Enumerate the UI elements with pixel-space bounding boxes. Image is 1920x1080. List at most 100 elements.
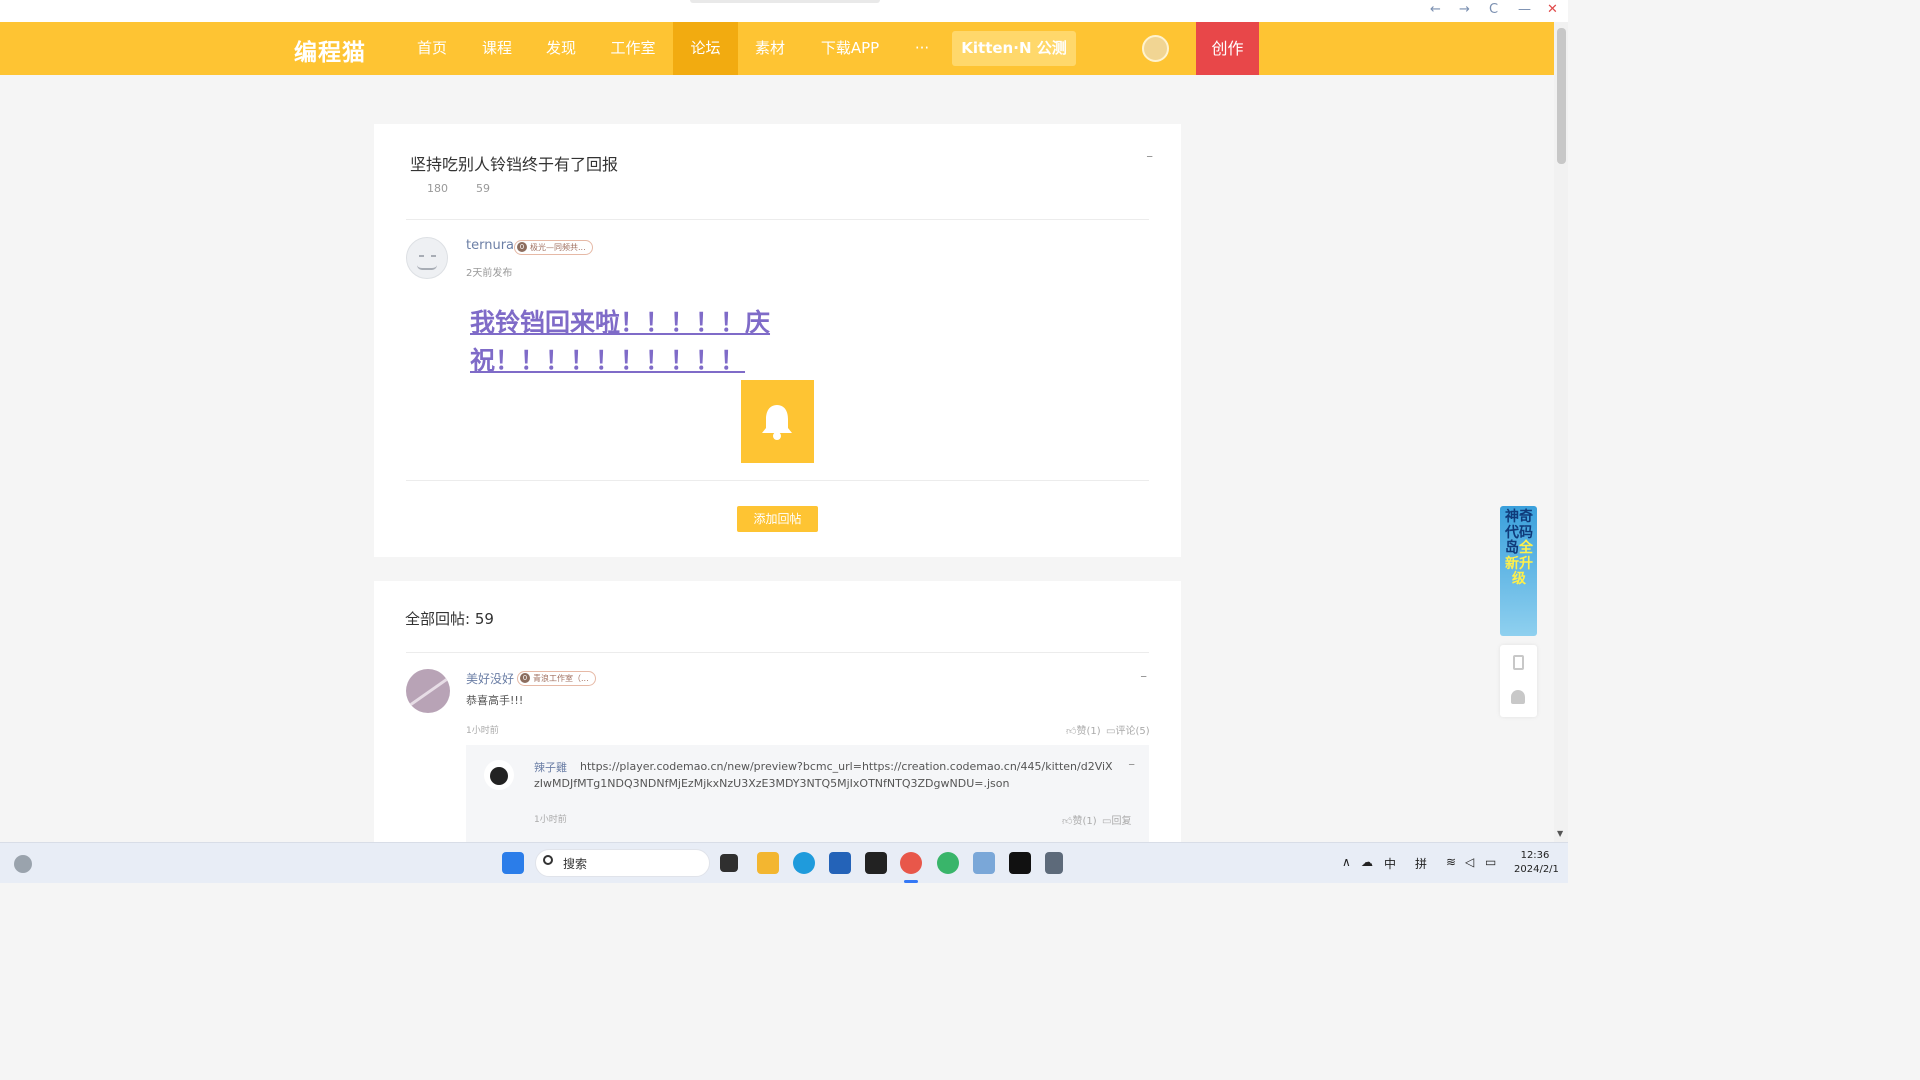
thumb-icon: 👍︎ (1066, 726, 1077, 737)
promo-banner-text[interactable]: 神奇代码岛全新升级 (1505, 509, 1533, 588)
avatar-eye (431, 255, 436, 257)
start-icon[interactable] (502, 852, 524, 874)
search-icon (543, 855, 553, 865)
side-tools (1500, 645, 1537, 717)
phone-icon[interactable] (1513, 655, 1524, 670)
nav-more[interactable]: ··· (904, 22, 940, 75)
forward-icon[interactable]: → (1459, 2, 1470, 17)
ime-mode[interactable]: 中 (1384, 855, 1396, 872)
clock-time: 12:36 (1520, 850, 1550, 861)
codemao-app-icon[interactable] (900, 852, 922, 874)
reply-avatar[interactable] (406, 669, 450, 713)
browser-icon[interactable] (937, 852, 959, 874)
badge-level: 0 (520, 673, 530, 683)
app-icon[interactable] (1009, 852, 1031, 874)
clock-date: 2024/2/1 (1514, 864, 1559, 875)
volume-icon[interactable]: ◁ (1465, 855, 1474, 869)
post-headline[interactable]: 我铃铛回来啦！！！！！庆祝！！！！！！！！！！ (470, 304, 800, 380)
reply-more-icon[interactable]: -- (1140, 669, 1147, 683)
sub-reply: 辣子雞 https://player.codemao.cn/new/previe… (466, 745, 1149, 855)
file-explorer-icon[interactable] (757, 852, 779, 874)
nav-item-materials[interactable]: 素材 (748, 22, 792, 75)
divider (406, 219, 1149, 220)
back-icon[interactable]: ← (1430, 2, 1441, 17)
post-card: 坚持吃别人铃铛终于有了回报 -- 180 59 ternura 0 极光—同频共… (374, 124, 1181, 557)
taskbar-search-label: 搜索 (563, 857, 588, 871)
nav-item-discover[interactable]: 发现 (539, 22, 583, 75)
cloud-icon[interactable]: ☁ (1361, 855, 1373, 869)
window-title-bar: ← → C — ✕ (0, 0, 1568, 22)
taskbar-search[interactable] (535, 849, 710, 877)
top-nav: 编程猫 首页 课程 发现 工作室 论坛 素材 下载APP ··· Kitten·… (0, 22, 1568, 75)
post-title: 坚持吃别人铃铛终于有了回报 (410, 155, 619, 174)
thumb-icon: 👍︎ (1062, 816, 1073, 827)
task-view-icon[interactable] (720, 854, 738, 872)
bell-image (741, 380, 814, 463)
sub-reply-like-button[interactable]: 👍︎赞(1) (1062, 812, 1097, 827)
edge-icon[interactable] (793, 852, 815, 874)
sub-reply-text[interactable]: https://player.codemao.cn/new/preview?bc… (534, 759, 1114, 792)
scroll-down-arrow-icon[interactable]: ▼ (1557, 829, 1563, 838)
sub-reply-avatar[interactable] (484, 760, 514, 790)
wifi-icon[interactable]: ≋ (1446, 855, 1456, 869)
author-avatar[interactable] (406, 237, 448, 279)
view-count: 180 (427, 182, 448, 195)
close-icon[interactable]: ✕ (1547, 2, 1558, 17)
sub-reply-time: 1小时前 (534, 815, 567, 825)
ime-pinyin[interactable]: 拼 (1415, 855, 1427, 872)
badge-label: 青浪工作室（... (533, 674, 589, 683)
reply-comment-button[interactable]: ▭评论(5) (1106, 722, 1150, 737)
nav-item-forum[interactable]: 论坛 (673, 22, 738, 75)
sub-reply-like-count: 赞(1) (1072, 816, 1097, 827)
nav-item-studio[interactable]: 工作室 (603, 22, 663, 75)
reply-like-count: 赞(1) (1076, 726, 1101, 737)
clock[interactable]: 12:36 2024/2/1 (1514, 849, 1559, 877)
reply-text: 恭喜高手!!! (466, 694, 524, 707)
replies-title: 全部回帖: 59 (405, 610, 494, 628)
tab-hint (690, 0, 880, 3)
sub-reply-reply-button[interactable]: ▭回复 (1102, 812, 1131, 827)
reply-author-name[interactable]: 美好没好 (466, 670, 514, 687)
tray-overflow-icon[interactable]: ∧ (1342, 855, 1351, 869)
refresh-icon[interactable]: C (1489, 2, 1498, 17)
bomb-icon (490, 767, 508, 785)
calculator-icon[interactable] (1045, 852, 1063, 874)
divider (406, 652, 1149, 653)
reply-author-badge[interactable]: 0 青浪工作室（... (517, 671, 596, 686)
badge-label: 极光—同频共... (530, 243, 586, 252)
create-button[interactable]: 创作 (1196, 22, 1259, 75)
kitten-n-beta-button[interactable]: Kitten·N 公测 (952, 31, 1076, 66)
reply-time: 1小时前 (466, 726, 499, 736)
replies-card: 全部回帖: 59 美好没好 0 青浪工作室（... -- 恭喜高手!!! 1小时… (374, 581, 1181, 855)
avatar-stripe (406, 676, 450, 709)
reply-count: 59 (476, 182, 490, 195)
weather-icon[interactable] (14, 855, 32, 873)
terminal-icon[interactable] (865, 852, 887, 874)
minimize-icon[interactable]: — (1518, 2, 1531, 17)
badge-level: 0 (517, 242, 527, 252)
divider (406, 480, 1149, 481)
nav-item-home[interactable]: 首页 (410, 22, 454, 75)
author-name[interactable]: ternura (466, 238, 514, 253)
nav-item-courses[interactable]: 课程 (475, 22, 519, 75)
post-time: 2天前发布 (466, 268, 513, 279)
site-logo[interactable]: 编程猫 (294, 33, 366, 67)
reply-comment-count: 评论(5) (1115, 726, 1150, 737)
reply-like-button[interactable]: 👍︎赞(1) (1066, 722, 1101, 737)
add-reply-button[interactable]: 添加回帖 (737, 506, 818, 532)
store-icon[interactable] (829, 852, 851, 874)
avatar-eye (419, 255, 424, 257)
user-avatar[interactable] (1142, 35, 1169, 62)
bell-icon[interactable] (1511, 690, 1525, 704)
photos-icon[interactable] (973, 852, 995, 874)
post-more-icon[interactable]: -- (1146, 149, 1153, 163)
taskbar: 搜索 ∧ ☁ 中 拼 ≋ ◁ ▭ 12:36 2024/2/1 (0, 842, 1568, 883)
battery-icon[interactable]: ▭ (1485, 855, 1496, 869)
bell-icon (762, 405, 792, 440)
sub-reply-more-icon[interactable]: -- (1128, 757, 1135, 771)
scrollbar-thumb[interactable] (1557, 28, 1566, 164)
active-app-indicator (904, 880, 918, 883)
author-badge[interactable]: 0 极光—同频共... (514, 240, 593, 255)
nav-item-download-app[interactable]: 下载APP (812, 22, 888, 75)
sub-reply-reply-label: 回复 (1111, 816, 1132, 827)
